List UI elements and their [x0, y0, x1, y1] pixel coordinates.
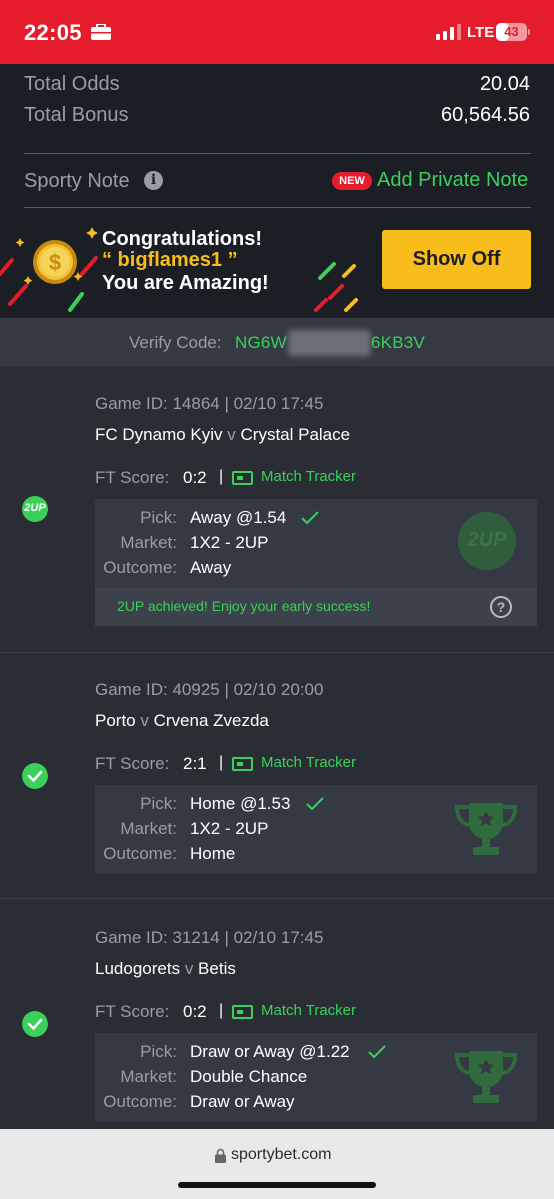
- pick-value: Home @1.53: [190, 794, 291, 813]
- verify-code-redaction: [288, 330, 371, 356]
- market-value: 1X2 - 2UP: [190, 533, 269, 552]
- svg-text:$: $: [49, 250, 61, 275]
- pick-value: Away @1.54: [190, 508, 287, 527]
- score-label: FT Score:: [95, 754, 170, 773]
- won-check-icon: [22, 1011, 48, 1037]
- new-badge: NEW: [332, 172, 372, 190]
- score-separator: |: [219, 1002, 224, 1019]
- status-bar: 22:05 LTE 43: [0, 0, 554, 64]
- home-team: FC Dynamo Kyiv: [95, 425, 223, 444]
- score-separator: |: [219, 754, 224, 771]
- versus-label: v: [184, 959, 194, 978]
- sporty-note-label: Sporty Note: [24, 170, 130, 192]
- score-label: FT Score:: [95, 1002, 170, 1021]
- trophy-icon: [454, 803, 518, 855]
- market-label: Market:: [120, 819, 177, 838]
- divider: [24, 207, 531, 208]
- add-private-note-link[interactable]: Add Private Note: [377, 169, 528, 192]
- pick-box: Pick: Draw or Away @1.22 Market: Double …: [95, 1033, 537, 1122]
- briefcase-icon: [91, 24, 111, 40]
- market-label: Market:: [120, 533, 177, 552]
- pick-label: Pick:: [140, 794, 177, 813]
- url-text[interactable]: sportybet.com: [231, 1146, 331, 1164]
- versus-label: v: [227, 425, 236, 444]
- total-bonus-value: 60,564.56: [441, 104, 530, 126]
- browser-address-bar[interactable]: [0, 1129, 554, 1199]
- market-value: Double Chance: [190, 1067, 308, 1086]
- check-icon: [301, 511, 319, 525]
- game-id: Game ID: 14864 | 02/10 17:45: [95, 394, 324, 413]
- trophy-icon: [454, 1051, 518, 1103]
- game-id: Game ID: 31214 | 02/10 17:45: [95, 928, 324, 947]
- away-team: Crvena Zvezda: [153, 711, 269, 730]
- check-icon: [368, 1045, 386, 1059]
- twoup-status-text: 2UP: [24, 502, 46, 514]
- pick-value: Draw or Away @1.22: [190, 1042, 350, 1061]
- match-tracker-icon[interactable]: [232, 757, 253, 771]
- game-id: Game ID: 40925 | 02/10 20:00: [95, 680, 324, 699]
- score-value: 0:2: [183, 468, 207, 487]
- outcome-value: Away: [190, 558, 232, 577]
- pick-label: Pick:: [140, 508, 177, 527]
- score-label: FT Score:: [95, 468, 170, 487]
- twoup-watermark-text: 2UP: [467, 529, 507, 551]
- pick-box: Pick: Home @1.53 Market: 1X2 - 2UP Outco…: [95, 785, 537, 874]
- match-tracker-link[interactable]: Match Tracker: [261, 1002, 356, 1019]
- coin-icon: $: [33, 240, 77, 284]
- total-bonus-label: Total Bonus: [24, 104, 129, 126]
- market-label: Market:: [120, 1067, 177, 1086]
- match-tracker-link[interactable]: Match Tracker: [261, 468, 356, 485]
- verify-code-end: 6KB3V: [371, 333, 425, 352]
- pick-box: Pick: Away @1.54 Market: 1X2 - 2UP Outco…: [95, 499, 537, 588]
- away-team: Crystal Palace: [240, 425, 351, 444]
- congrats-username: “ bigflames1 ”: [102, 249, 238, 271]
- game-teams: FC Dynamo Kyiv v Crystal Palace: [95, 425, 350, 445]
- game-teams: Ludogorets v Betis: [95, 959, 236, 979]
- battery-level: 43: [504, 24, 519, 39]
- outcome-value: Home: [190, 844, 236, 863]
- signal-icon: [436, 24, 461, 40]
- twoup-watermark-icon: 2UP: [458, 512, 516, 570]
- battery-icon: 43: [496, 23, 530, 41]
- network-label: LTE: [467, 24, 495, 41]
- total-odds-value: 20.04: [479, 73, 530, 95]
- total-odds-label: Total Odds: [24, 73, 120, 95]
- away-team: Betis: [198, 959, 236, 978]
- congrats-subtitle: You are Amazing!: [102, 272, 269, 294]
- match-tracker-icon[interactable]: [232, 471, 253, 485]
- congrats-title: Congratulations!: [102, 228, 262, 250]
- twoup-banner: 2UP achieved! Enjoy your early success! …: [95, 588, 537, 626]
- outcome-value: Draw or Away: [190, 1092, 295, 1111]
- match-tracker-icon[interactable]: [232, 1005, 253, 1019]
- twoup-message: 2UP achieved! Enjoy your early success!: [117, 598, 371, 614]
- score-value: 2:1: [183, 754, 207, 773]
- divider: [24, 153, 531, 154]
- score-value: 0:2: [183, 1002, 207, 1021]
- outcome-label: Outcome:: [103, 844, 177, 863]
- verify-code-start: NG6W: [235, 333, 287, 352]
- verify-code-label: Verify Code:: [129, 333, 222, 352]
- outcome-label: Outcome:: [103, 558, 177, 577]
- status-time: 22:05: [24, 20, 82, 45]
- match-tracker-link[interactable]: Match Tracker: [261, 754, 356, 771]
- show-off-button[interactable]: Show Off: [382, 230, 531, 289]
- help-icon[interactable]: ?: [490, 596, 512, 618]
- outcome-label: Outcome:: [103, 1092, 177, 1111]
- market-value: 1X2 - 2UP: [190, 819, 269, 838]
- game-teams: Porto v Crvena Zvezda: [95, 711, 269, 731]
- lock-icon: [215, 1148, 226, 1163]
- twoup-status-icon: 2UP: [22, 496, 48, 522]
- versus-label: v: [140, 711, 149, 730]
- home-indicator: [178, 1182, 376, 1188]
- pick-label: Pick:: [140, 1042, 177, 1061]
- score-separator: |: [219, 468, 224, 485]
- won-check-icon: [22, 763, 48, 789]
- info-icon[interactable]: i: [144, 171, 163, 190]
- check-icon: [306, 797, 324, 811]
- home-team: Porto: [95, 711, 136, 730]
- home-team: Ludogorets: [95, 959, 181, 978]
